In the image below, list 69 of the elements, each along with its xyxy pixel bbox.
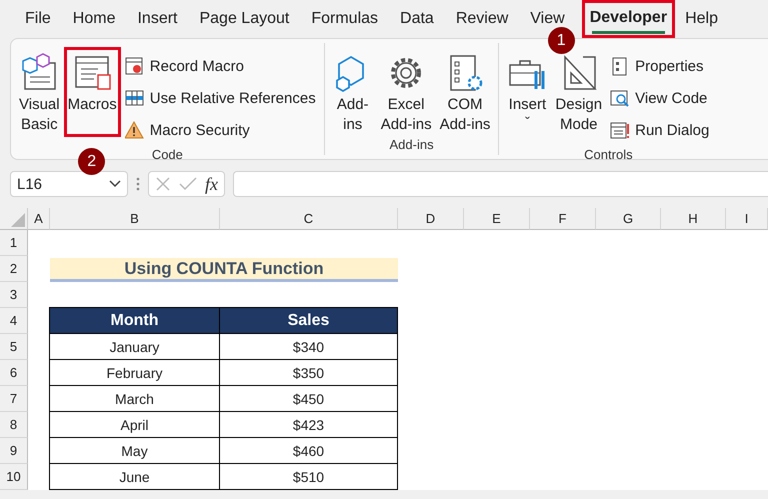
ribbon-button[interactable]: View Code [608, 83, 712, 113]
select-all-icon[interactable] [11, 213, 25, 227]
column-header[interactable]: B [50, 208, 220, 230]
column-header[interactable]: H [661, 208, 726, 230]
row-header[interactable]: 5 [0, 334, 28, 360]
document-gear-icon [450, 55, 482, 91]
column-header[interactable]: D [398, 208, 464, 230]
row-header[interactable]: 8 [0, 412, 28, 438]
magnifier-window-icon [610, 90, 629, 106]
toolbox-icon [510, 60, 545, 90]
step-number-badge: 1 [548, 27, 575, 54]
table-cell: June [49, 463, 220, 490]
ribbon-button[interactable]: Insert ˇ [505, 49, 550, 135]
properties-icon [612, 57, 627, 75]
table-header: Sales [219, 307, 398, 334]
group-label: Add-ins [390, 136, 434, 152]
macro-list-icon [75, 56, 111, 90]
row-header[interactable]: 9 [0, 438, 28, 464]
gear-icon [391, 58, 422, 88]
code-editor-icon [22, 53, 56, 90]
column-header[interactable]: E [464, 208, 530, 230]
record-icon [125, 57, 142, 74]
row-header[interactable]: 10 [0, 464, 28, 490]
row-header[interactable]: 7 [0, 386, 28, 412]
column-header[interactable]: C [220, 208, 398, 230]
row-header[interactable]: 2 [0, 256, 28, 282]
chevron-down-icon [109, 180, 121, 188]
row-header[interactable]: 6 [0, 360, 28, 386]
check-icon[interactable] [179, 176, 197, 192]
menu-tab[interactable]: Formulas [301, 8, 388, 30]
sheet-title: Using COUNTA Function [50, 258, 398, 282]
row-header[interactable]: 1 [0, 230, 28, 256]
dialog-window-icon [610, 122, 630, 138]
menu-tab[interactable]: Page Layout [189, 8, 300, 30]
menu-tab[interactable]: Help [675, 8, 728, 30]
table-cell: $510 [219, 463, 398, 490]
ribbon-button[interactable]: COM Add-ins [438, 49, 492, 135]
ribbon-button[interactable]: Use Relative References [122, 83, 318, 113]
warning-icon [124, 120, 144, 138]
hexagon-icon [336, 56, 364, 92]
column-header[interactable]: G [596, 208, 661, 230]
ribbon-button[interactable]: Visual Basic [17, 49, 62, 135]
row-header[interactable]: 4 [0, 308, 28, 334]
insert-function-button[interactable]: fx [205, 174, 218, 194]
menu-tab[interactable]: File [15, 8, 61, 30]
ribbon-button[interactable]: Properties [608, 51, 712, 81]
menu-tab[interactable]: Data [390, 8, 444, 30]
column-header[interactable]: I [726, 208, 768, 230]
ribbon-button[interactable]: Add- ins [330, 49, 375, 135]
ribbon-button[interactable]: Macro Security [122, 115, 318, 145]
row-header[interactable]: 3 [0, 282, 28, 308]
step-number-badge: 2 [78, 148, 106, 175]
ribbon-button[interactable]: Run Dialog [608, 115, 712, 145]
formula-field[interactable] [233, 171, 768, 197]
table-header: Month [49, 307, 220, 334]
group-label: Controls [584, 146, 633, 162]
column-header[interactable]: F [530, 208, 596, 230]
column-header[interactable]: A [28, 208, 50, 230]
ribbon-button[interactable]: Record Macro [122, 51, 318, 81]
menu-tab[interactable]: Home [62, 8, 126, 30]
drag-handle-icon[interactable] [136, 176, 140, 192]
close-icon[interactable] [155, 176, 171, 192]
table-icon [125, 90, 144, 105]
menu-tab[interactable]: Insert [127, 8, 188, 30]
caret-icon: ˇ [525, 115, 530, 129]
name-box[interactable]: L16 [10, 171, 128, 197]
menu-tab[interactable]: Review [446, 8, 518, 30]
ribbon-button[interactable]: Excel Add-ins [378, 49, 434, 135]
group-label: Code [152, 146, 183, 162]
